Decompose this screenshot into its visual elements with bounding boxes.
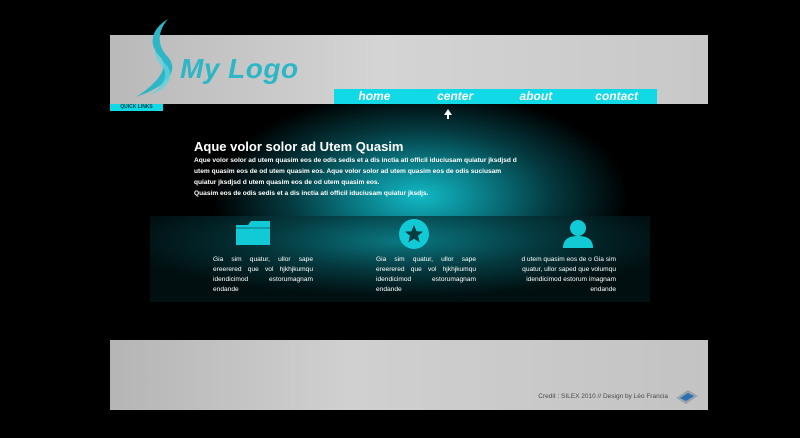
nav-contact[interactable]: contact xyxy=(576,89,657,104)
logo-swoosh-icon xyxy=(136,19,173,97)
nav-center[interactable]: center xyxy=(415,89,496,104)
quick-links-button[interactable]: QUICK LINKS xyxy=(110,104,163,111)
mouse-cursor-icon xyxy=(444,109,452,119)
star-icon[interactable] xyxy=(396,219,432,249)
silex-badge-icon[interactable] xyxy=(674,386,700,406)
footer-credit[interactable]: Credit : SILEX 2010 // Design by Léo Fra… xyxy=(538,393,668,400)
header-panel: My Logo home center about contact xyxy=(110,19,708,104)
feature-text: Gia sim quatur, ullor sape ereerered que… xyxy=(213,256,313,293)
footer-panel: Credit : SILEX 2010 // Design by Léo Fra… xyxy=(110,340,708,410)
main-nav: home center about contact xyxy=(334,89,657,104)
nav-about[interactable]: about xyxy=(496,89,577,104)
hero-title: Aque volor solor ad Utem Quasim xyxy=(194,139,404,154)
user-icon[interactable] xyxy=(560,219,596,249)
feature-text: d utem quasim eos de o Gia sim quatur, u… xyxy=(521,256,616,293)
hero-paragraph: Aque volor solor ad utem quasim eos de o… xyxy=(194,157,517,186)
hero-text: Aque volor solor ad utem quasim eos de o… xyxy=(194,155,520,199)
feature-text: Gia sim quatur, ullor sape ereerered que… xyxy=(376,256,476,293)
logo-text[interactable]: My Logo xyxy=(180,53,299,85)
folder-icon[interactable] xyxy=(235,219,271,249)
nav-home[interactable]: home xyxy=(334,89,415,104)
hero-paragraph: Quasim eos de odis sedis et a dis inctia… xyxy=(194,190,429,197)
